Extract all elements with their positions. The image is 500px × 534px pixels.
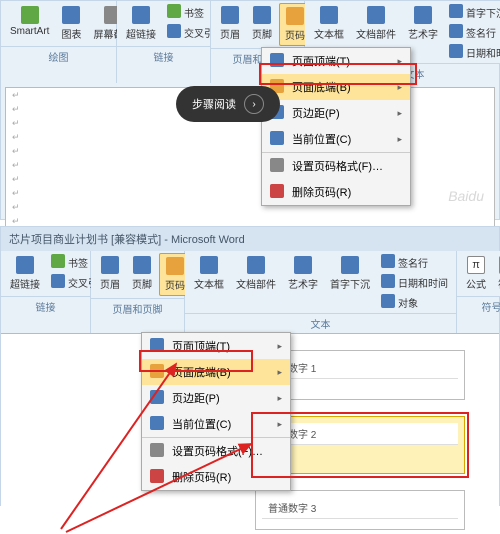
menu-page-margin[interactable]: 页边距(P)▸ [142, 385, 290, 411]
pi-icon: π [467, 256, 485, 274]
screenshot-top: SmartArt 图表 屏幕截图 绘图 超链接 书签 交叉引用 链接 页眉 页脚… [0, 0, 500, 220]
group-links: 链接 [117, 46, 210, 66]
footer-button[interactable]: 页脚 [127, 253, 157, 294]
step-tooltip[interactable]: 步骤阅读 › [176, 86, 280, 122]
sig-icon [381, 254, 395, 268]
wordart-button[interactable]: 艺术字 [403, 3, 443, 44]
header-icon [101, 256, 119, 274]
dropcap-icon [341, 256, 359, 274]
dropcap-button[interactable]: 首字下沉 [445, 3, 500, 21]
menu-page-bottom[interactable]: 页面底端(B)▸ [262, 74, 410, 100]
quickparts-button[interactable]: 文档部件 [351, 3, 401, 44]
bookmark-icon [51, 254, 65, 268]
chevron-right-icon: ▸ [397, 56, 402, 67]
group-links: 链接 [1, 296, 90, 316]
pagenum-icon [166, 257, 184, 275]
parts-icon [247, 256, 265, 274]
menu-page-bottom[interactable]: 页面底端(B)▸ [142, 359, 290, 385]
gallery-opt3[interactable]: 普通数字 3 [255, 490, 465, 530]
textbox-button[interactable]: 文本框 [309, 3, 349, 44]
equation-button[interactable]: π公式 [461, 253, 491, 294]
wordart-button[interactable]: 艺术字 [283, 253, 323, 294]
chevron-right-icon: ▸ [397, 134, 402, 145]
hyperlink-button[interactable]: 超链接 [121, 3, 161, 44]
link-icon [132, 6, 150, 24]
format-icon [270, 158, 284, 172]
pagenum-menu: 页面顶端(T)▸ 页面底端(B)▸ 页边距(P)▸ 当前位置(C)▸ 设置页码格… [141, 332, 291, 491]
pagenum-icon [286, 7, 304, 25]
chevron-right-icon: › [244, 94, 264, 114]
group-symbols: 符号 [457, 296, 500, 316]
remove-icon [270, 184, 284, 198]
menu-format-pagenum[interactable]: 设置页码格式(F)… [262, 153, 410, 179]
menu-remove-pagenum[interactable]: 删除页码(R) [142, 464, 290, 490]
date-icon [449, 44, 463, 58]
sigline-button[interactable]: 签名行 [377, 253, 452, 271]
dropcap-button[interactable]: 首字下沉 [325, 253, 375, 294]
dropcap-icon [449, 4, 463, 18]
menu-page-margin[interactable]: 页边距(P)▸ [262, 100, 410, 126]
parts-icon [367, 6, 385, 24]
screenshot-bottom: 芯片项目商业计划书 [兼容模式] - Microsoft Word 超链接 书签… [0, 226, 500, 506]
ribbon-groups: SmartArt 图表 屏幕截图 绘图 超链接 书签 交叉引用 链接 页眉 页脚… [1, 1, 499, 83]
object-button[interactable]: 对象 [377, 293, 452, 311]
crossref-icon [51, 274, 65, 288]
group-illustrations: 绘图 [1, 46, 116, 66]
group-text: 文本 [185, 313, 456, 333]
menu-page-top[interactable]: 页面顶端(T)▸ [142, 333, 290, 359]
window-title: 芯片项目商业计划书 [兼容模式] - Microsoft Word [1, 227, 499, 251]
hyperlink-button[interactable]: 超链接 [5, 253, 45, 294]
menu-remove-pagenum[interactable]: 删除页码(R) [262, 179, 410, 205]
footer-icon [253, 6, 271, 24]
quickparts-button[interactable]: 文档部件 [231, 253, 281, 294]
footer-button[interactable]: 页脚 [247, 3, 277, 44]
link-icon [16, 256, 34, 274]
textbox-icon [320, 6, 338, 24]
sigline-button[interactable]: 签名行 [445, 23, 500, 41]
chevron-right-icon: ▸ [397, 82, 402, 93]
textbox-button[interactable]: 文本框 [189, 253, 229, 294]
symbol-button[interactable]: Ω符号 [493, 253, 500, 294]
chevron-right-icon: ▸ [397, 108, 402, 119]
menu-format-pagenum[interactable]: 设置页码格式(F)… [142, 438, 290, 464]
menu-current-pos[interactable]: 当前位置(C)▸ [142, 411, 290, 437]
datetime-button[interactable]: 日期和时间 [445, 43, 500, 61]
footer-icon [133, 256, 151, 274]
chart-button[interactable]: 图表 [56, 3, 86, 44]
wordart-icon [414, 6, 432, 24]
header-button[interactable]: 页眉 [215, 3, 245, 44]
chart-icon [62, 6, 80, 24]
watermark: Baidu [448, 188, 484, 204]
menu-page-top[interactable]: 页面顶端(T)▸ [262, 48, 410, 74]
pagetop-icon [270, 53, 284, 67]
smartart-button[interactable]: SmartArt [5, 3, 54, 40]
crossref-icon [167, 24, 181, 38]
textbox-icon [200, 256, 218, 274]
datetime-button[interactable]: 日期和时间 [377, 273, 452, 291]
sig-icon [449, 24, 463, 38]
date-icon [381, 274, 395, 288]
group-headerfooter: 页眉和页脚 [91, 298, 184, 318]
header-button[interactable]: 页眉 [95, 253, 125, 294]
menu-current-pos[interactable]: 当前位置(C)▸ [262, 126, 410, 152]
bookmark-icon [167, 4, 181, 18]
wordart-icon [294, 256, 312, 274]
smartart-icon [21, 6, 39, 24]
curpos-icon [270, 131, 284, 145]
header-icon [221, 6, 239, 24]
obj-icon [381, 294, 395, 308]
pagenum-menu: 页面顶端(T)▸ 页面底端(B)▸ 页边距(P)▸ 当前位置(C)▸ 设置页码格… [261, 47, 411, 206]
ribbon-groups: 超链接 书签 交叉引用 链接 页眉 页脚 页码 页眉和页脚 文本框 文档部件 艺… [1, 251, 499, 333]
